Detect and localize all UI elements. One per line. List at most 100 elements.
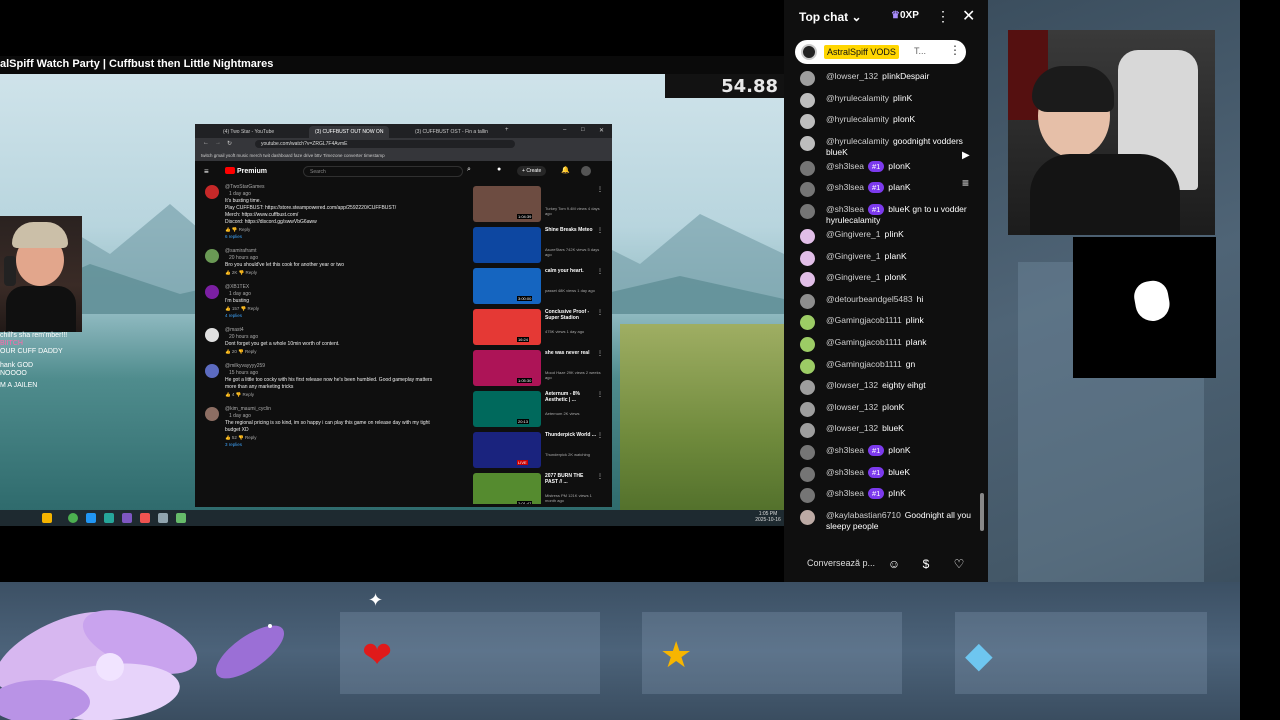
- recommended-video[interactable]: 20:13 Aeternum - 8% Aesthetic | ... Aetern…: [473, 389, 605, 430]
- stream-video[interactable]: alSpiff Watch Party | Cuffbust then Litt…: [0, 0, 784, 582]
- chat-username[interactable]: @lowser_132: [826, 71, 878, 81]
- minimize-icon[interactable]: –: [563, 127, 566, 133]
- comment-avatar[interactable]: [205, 285, 219, 299]
- new-tab-icon[interactable]: +: [505, 127, 509, 133]
- browser-tab-active[interactable]: (3) CUFFBUST OUT NOW ON: [309, 126, 390, 138]
- chat-avatar[interactable]: [800, 135, 815, 151]
- video-title[interactable]: Aeternum - 8% Aesthetic | ...: [545, 391, 597, 403]
- chat-avatar[interactable]: [800, 358, 815, 374]
- app-icon[interactable]: [176, 513, 186, 523]
- video-title[interactable]: calm your heart.: [545, 268, 597, 274]
- chat-message[interactable]: @hyrulecalamity pIinK: [784, 90, 980, 112]
- chat-avatar[interactable]: [800, 380, 815, 396]
- chat-username[interactable]: @sh3lsea: [826, 204, 864, 214]
- comment-avatar[interactable]: [205, 328, 219, 342]
- chat-message[interactable]: @sh3lsea #1 blueK: [784, 464, 980, 486]
- recommended-video[interactable]: 3:00:00 calm your heart. passet 48K views …: [473, 266, 605, 307]
- recommended-video[interactable]: Shine Breaks Meteo AsureStars 742K views …: [473, 225, 605, 266]
- search-icon[interactable]: ⌕: [467, 166, 471, 174]
- browser-tab[interactable]: (3) CUFFBUST OST - Fin a tallin: [409, 126, 494, 138]
- chat-username[interactable]: @kaylabastian6710: [826, 510, 901, 520]
- bookmarks-bar[interactable]: twitch gmail ysoft music merch twit dash…: [195, 150, 612, 161]
- video-title[interactable]: 2077 BURN THE PAST // ...: [545, 473, 597, 485]
- video-menu-icon[interactable]: ⋮: [597, 268, 603, 275]
- youtube-search-input[interactable]: Search: [303, 166, 463, 177]
- chat-avatar[interactable]: [800, 92, 815, 108]
- chat-avatar[interactable]: [800, 228, 815, 244]
- close-window-icon[interactable]: ✕: [599, 127, 604, 134]
- chat-avatar[interactable]: [800, 444, 815, 460]
- chat-username[interactable]: @detourbeandgel5483: [826, 294, 913, 304]
- chat-message[interactable]: @lowser_132 pIinkDespair: [784, 68, 980, 90]
- comment-author[interactable]: @samiraframt: [225, 248, 467, 255]
- emoji-icon[interactable]: ☺: [885, 555, 903, 573]
- chat-message[interactable]: @Gingivere_1 pIinK: [784, 226, 980, 248]
- like-icon[interactable]: 👍: [225, 270, 232, 275]
- pinned-message[interactable]: AstralSpiff VODS T... ⋮: [795, 40, 966, 64]
- app-icon[interactable]: [104, 513, 114, 523]
- chat-message[interactable]: @lowser_132 eighty eihgt: [784, 377, 980, 399]
- chat-avatar[interactable]: [800, 315, 815, 331]
- comment-author[interactable]: @TwoStarGames: [225, 184, 467, 191]
- url-field[interactable]: youtube.com/watch?v=ZRGL7F4AvmE: [255, 140, 515, 148]
- discord-icon[interactable]: [122, 513, 132, 523]
- chat-message[interactable]: @kaylabastian6710 Goodnight all you sleep…: [784, 507, 980, 532]
- like-icon[interactable]: 👍: [225, 392, 232, 397]
- replies-toggle[interactable]: 3 replies: [225, 441, 467, 448]
- hamburger-menu-icon[interactable]: ≡: [204, 167, 209, 176]
- like-icon[interactable]: 👍: [225, 349, 232, 354]
- video-thumbnail[interactable]: [473, 227, 541, 263]
- top-chat-dropdown[interactable]: Top chat ⌄: [799, 10, 862, 24]
- chat-username[interactable]: @sh3lsea: [826, 488, 864, 498]
- recommended-video[interactable]: LIVE Thunderpick World ... Thunderpick 2K …: [473, 430, 605, 471]
- chat-message[interactable]: @lowser_132 pIonK: [784, 399, 980, 421]
- chat-avatar[interactable]: [800, 182, 815, 198]
- chat-username[interactable]: @lowser_132: [826, 380, 878, 390]
- pinned-menu-icon[interactable]: ⋮: [949, 43, 961, 57]
- xp-badge[interactable]: ♛0XP: [891, 10, 919, 21]
- recommended-video[interactable]: 1:04:39 Turkey Tom 9.4M views 4 days ago ⋮: [473, 184, 605, 225]
- dislike-icon[interactable]: 👎: [237, 435, 245, 440]
- chat-username[interactable]: @Gingivere_1: [826, 229, 880, 239]
- chat-message[interactable]: @detourbeandgel5483 hi: [784, 291, 980, 313]
- video-title[interactable]: Conclusive Proof - Super Stadion: [545, 309, 597, 321]
- video-menu-icon[interactable]: ⋮: [597, 350, 603, 357]
- chat-username[interactable]: @Gamingjacob1111: [826, 315, 902, 325]
- video-thumbnail[interactable]: [473, 432, 541, 468]
- chat-message[interactable]: @sh3lsea #1 blueK gn to u vodder hyrulecal…: [784, 201, 980, 226]
- file-explorer-icon[interactable]: [42, 513, 52, 523]
- chat-avatar[interactable]: [800, 488, 815, 504]
- video-title[interactable]: she was never real: [545, 350, 597, 356]
- video-menu-icon[interactable]: ⋮: [597, 186, 603, 193]
- super-chat-icon[interactable]: $: [917, 555, 935, 573]
- video-menu-icon[interactable]: ⋮: [597, 309, 603, 316]
- dislike-icon[interactable]: 👎: [237, 349, 245, 354]
- maximize-icon[interactable]: □: [581, 127, 585, 133]
- notifications-icon[interactable]: 🔔: [561, 166, 570, 174]
- list-icon[interactable]: ≡: [962, 176, 969, 190]
- chat-username[interactable]: @Gingivere_1: [826, 272, 880, 282]
- chat-username[interactable]: @sh3lsea: [826, 161, 864, 171]
- chat-message[interactable]: @sh3lsea #1 pIonK: [784, 442, 980, 464]
- browser-tab[interactable]: (4) Two Star - YouTube: [217, 126, 280, 138]
- chat-username[interactable]: @hyrulecalamity: [826, 93, 889, 103]
- chat-message[interactable]: @sh3lsea #1 pInK: [784, 485, 980, 507]
- chat-avatar[interactable]: [800, 401, 815, 417]
- video-thumbnail[interactable]: [473, 391, 541, 427]
- steam-icon[interactable]: [158, 513, 168, 523]
- comment-author[interactable]: @kim_maumi_cyclin: [225, 406, 467, 413]
- chat-username[interactable]: @Gamingjacob1111: [826, 359, 902, 369]
- reply-button[interactable]: Reply: [245, 270, 257, 275]
- chat-avatar[interactable]: [800, 114, 815, 130]
- reply-button[interactable]: Reply: [245, 349, 257, 354]
- more-options-icon[interactable]: ⋮: [936, 8, 950, 25]
- chat-message[interactable]: @Gingivere_1 pIonK: [784, 269, 980, 291]
- chat-username[interactable]: @lowser_132: [826, 402, 878, 412]
- chat-message[interactable]: @Gingivere_1 pIanK: [784, 248, 980, 270]
- video-menu-icon[interactable]: ⋮: [597, 473, 603, 480]
- obs-icon[interactable]: [140, 513, 150, 523]
- chat-input[interactable]: Conversează p...: [807, 558, 875, 568]
- chat-username[interactable]: @lowser_132: [826, 423, 878, 433]
- chat-avatar[interactable]: [800, 509, 815, 525]
- like-icon[interactable]: 👍: [225, 435, 232, 440]
